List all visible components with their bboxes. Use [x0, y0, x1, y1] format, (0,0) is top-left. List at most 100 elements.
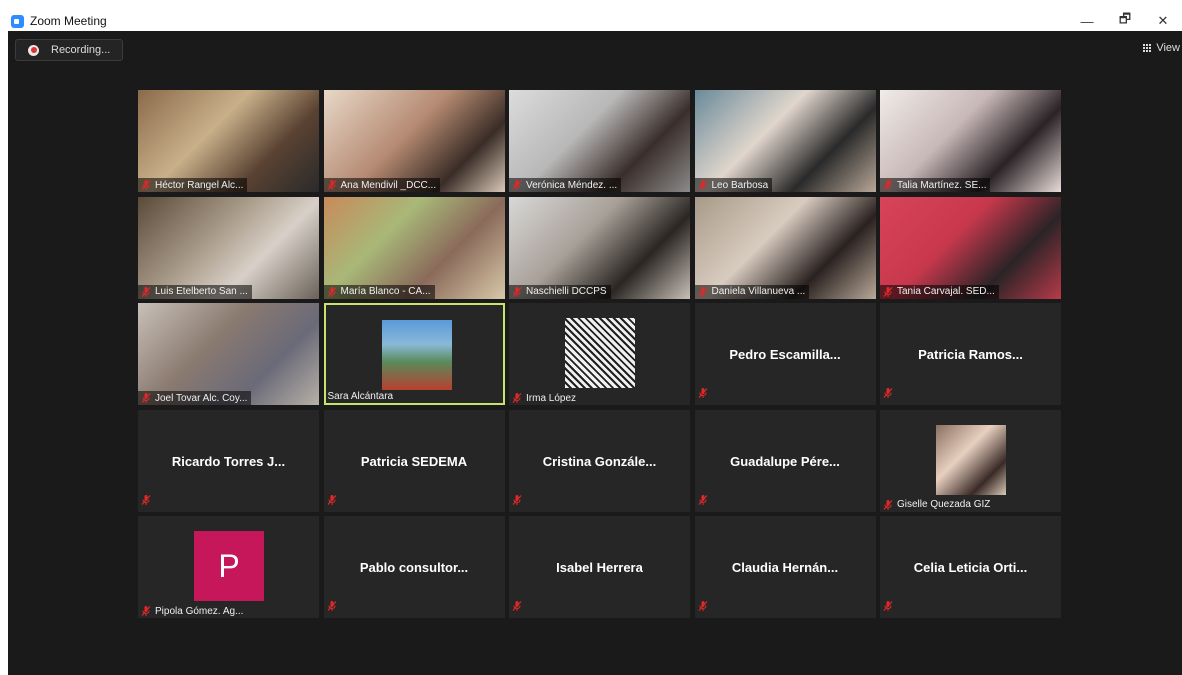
participant-tile[interactable]: Joel Tovar Alc. Coy... [138, 303, 319, 405]
participant-tile[interactable]: Patricia Ramos... [880, 303, 1061, 405]
mic-status [326, 493, 341, 511]
window-controls: — 🗗 ✕ [1068, 11, 1182, 31]
participant-tile[interactable]: Irma López [509, 303, 690, 405]
mic-status [326, 599, 341, 617]
participant-name: Celia Leticia Orti... [913, 560, 1028, 575]
record-icon [28, 44, 39, 56]
participant-tile[interactable]: Claudia Hernán... [694, 516, 876, 618]
muted-mic-icon [512, 601, 522, 611]
participant-tile[interactable]: Patricia SEDEMA [323, 409, 505, 512]
muted-mic-icon [698, 494, 707, 505]
participant-tile[interactable]: Celia Leticia Orti... [880, 516, 1061, 618]
participant-name: Pedro Escamilla... [729, 347, 841, 362]
view-label: View [1156, 42, 1180, 54]
participant-name: Patricia SEDEMA [360, 453, 468, 469]
participant-name-tag: Luis Etelberto San ... [138, 284, 252, 299]
participant-video [694, 90, 876, 192]
participant-name-tag: Verónica Méndez. ... [509, 178, 622, 192]
participant-tile[interactable]: María Blanco - CA... [323, 196, 505, 299]
participant-tile[interactable]: Verónica Méndez. ... [509, 90, 690, 192]
participant-tile[interactable]: Giselle Quezada GIZ [880, 409, 1061, 512]
participant-name: Daniela Villanueva ... [711, 286, 806, 297]
participant-tile[interactable]: Talia Martínez. SE... [880, 90, 1061, 192]
gallery-view: Héctor Rangel Alc... Ana Mendivil _DCC..… [138, 90, 1064, 622]
participant-name-tag: Ana Mendivil _DCC... [323, 178, 441, 192]
muted-mic-icon [512, 393, 522, 403]
muted-mic-icon [698, 601, 707, 611]
muted-mic-icon [512, 180, 522, 190]
muted-mic-icon [327, 180, 336, 190]
participant-name: Isabel Herrera [556, 560, 643, 575]
participant-tile[interactable]: Sara Alcántara [323, 303, 505, 405]
view-button[interactable]: View [1143, 42, 1180, 54]
participant-tile[interactable]: Guadalupe Pére... [694, 409, 876, 512]
participant-tile[interactable]: Héctor Rangel Alc... [138, 90, 319, 192]
muted-mic-icon [141, 286, 151, 297]
participant-name-tag: Joel Tovar Alc. Coy... [138, 391, 252, 405]
participant-video [694, 196, 876, 299]
participant-name: María Blanco - CA... [340, 286, 431, 297]
participant-tile[interactable]: Ricardo Torres J... [138, 409, 319, 512]
participant-tile[interactable]: Luis Etelberto San ... [138, 196, 319, 299]
mic-status [697, 599, 712, 617]
participant-name: Cristina Gonzále... [542, 453, 657, 469]
muted-mic-icon [883, 601, 893, 611]
participant-tile[interactable]: Isabel Herrera [509, 516, 690, 618]
participant-name-tag: María Blanco - CA... [323, 284, 435, 299]
participant-tile[interactable]: Ana Mendivil _DCC... [323, 90, 505, 192]
muted-mic-icon [698, 388, 707, 398]
muted-mic-icon [141, 393, 151, 403]
participant-name: Pipola Gómez. Ag... [155, 605, 244, 617]
participant-video [880, 90, 1061, 192]
participant-name: Claudia Hernán... [731, 560, 839, 575]
participant-name-tag: Héctor Rangel Alc... [138, 178, 248, 192]
participant-video [509, 196, 690, 299]
minimize-button[interactable]: — [1068, 11, 1106, 31]
zoom-window: Zoom Meeting — 🗗 ✕ Recording... View Héc… [8, 11, 1182, 675]
participant-tile[interactable]: P Pipola Gómez. Ag... [138, 516, 319, 618]
mic-status [882, 599, 897, 617]
participant-profile-picture [565, 318, 635, 388]
muted-mic-icon [883, 286, 893, 297]
participant-video [323, 90, 505, 192]
participant-name-tag: Sara Alcántara [326, 389, 398, 403]
recording-indicator[interactable]: Recording... [15, 39, 123, 61]
participant-profile-picture [381, 320, 452, 390]
participant-name: Naschielli DCCPS [526, 286, 607, 297]
close-button[interactable]: ✕ [1144, 11, 1182, 31]
participant-tile[interactable]: Daniela Villanueva ... [694, 196, 876, 299]
muted-mic-icon [327, 601, 336, 611]
participant-tile[interactable]: Naschielli DCCPS [509, 196, 690, 299]
participant-tile[interactable]: Pablo consultor... [323, 516, 505, 618]
participant-name: Patricia Ramos... [918, 347, 1023, 362]
gallery-grid-icon [1143, 43, 1152, 53]
participant-video [138, 303, 319, 405]
muted-mic-icon [883, 499, 893, 510]
muted-mic-icon [698, 180, 707, 190]
muted-mic-icon [141, 180, 151, 190]
participant-tile[interactable]: Tania Carvajal. SED... [880, 196, 1061, 299]
participant-name: Ana Mendivil _DCC... [340, 179, 437, 191]
participant-name: Sara Alcántara [327, 390, 394, 402]
mic-status [511, 493, 526, 511]
participant-tile[interactable]: Leo Barbosa [694, 90, 876, 192]
participant-profile-picture [936, 424, 1006, 495]
participant-tile[interactable]: Pedro Escamilla... [694, 303, 876, 405]
participant-name: Joel Tovar Alc. Coy... [155, 392, 248, 404]
participant-video [138, 196, 319, 299]
window-title: Zoom Meeting [30, 14, 107, 28]
participant-name-tag: Daniela Villanueva ... [694, 284, 810, 299]
muted-mic-icon [141, 494, 151, 505]
mic-status [697, 386, 712, 404]
restore-button[interactable]: 🗗 [1106, 11, 1144, 31]
participant-name: Giselle Quezada GIZ [897, 499, 991, 510]
participant-name-tag: Irma López [509, 391, 580, 405]
recording-label: Recording... [51, 44, 111, 56]
participant-name-tag: Giselle Quezada GIZ [880, 498, 994, 512]
participant-name: Leo Barbosa [711, 179, 769, 191]
muted-mic-icon [883, 180, 893, 190]
participant-name: Pablo consultor... [359, 560, 469, 575]
participant-name-tag: Naschielli DCCPS [509, 284, 611, 299]
zoom-app-icon [11, 14, 24, 28]
participant-tile[interactable]: Cristina Gonzále... [509, 409, 690, 512]
